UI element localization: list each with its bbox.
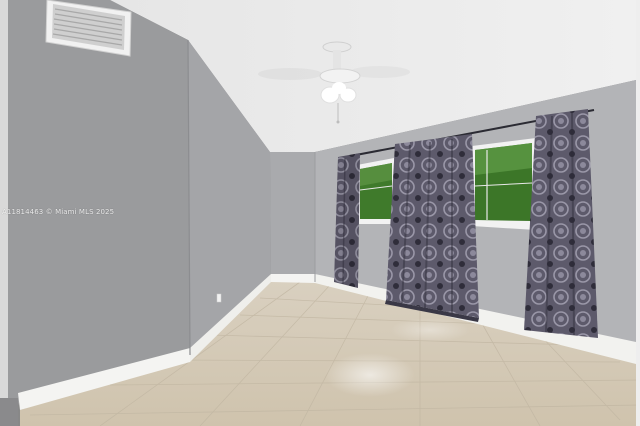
window-right bbox=[472, 138, 536, 230]
window-left bbox=[357, 158, 394, 224]
wall-outlet bbox=[216, 293, 222, 303]
curtain-middle bbox=[385, 134, 479, 322]
door-frame-right bbox=[636, 0, 640, 426]
curtain-left bbox=[334, 153, 360, 288]
mls-watermark: A11814463 © Miami MLS 2025 bbox=[2, 208, 115, 216]
floor-reflection bbox=[325, 353, 415, 397]
door-frame-left bbox=[0, 0, 8, 400]
back-wall bbox=[270, 152, 315, 282]
curtain-right bbox=[524, 109, 598, 338]
door-hinge bbox=[0, 398, 18, 426]
baseboard-back bbox=[271, 274, 315, 283]
room-photo: A11814463 © Miami MLS 2025 bbox=[0, 0, 640, 426]
